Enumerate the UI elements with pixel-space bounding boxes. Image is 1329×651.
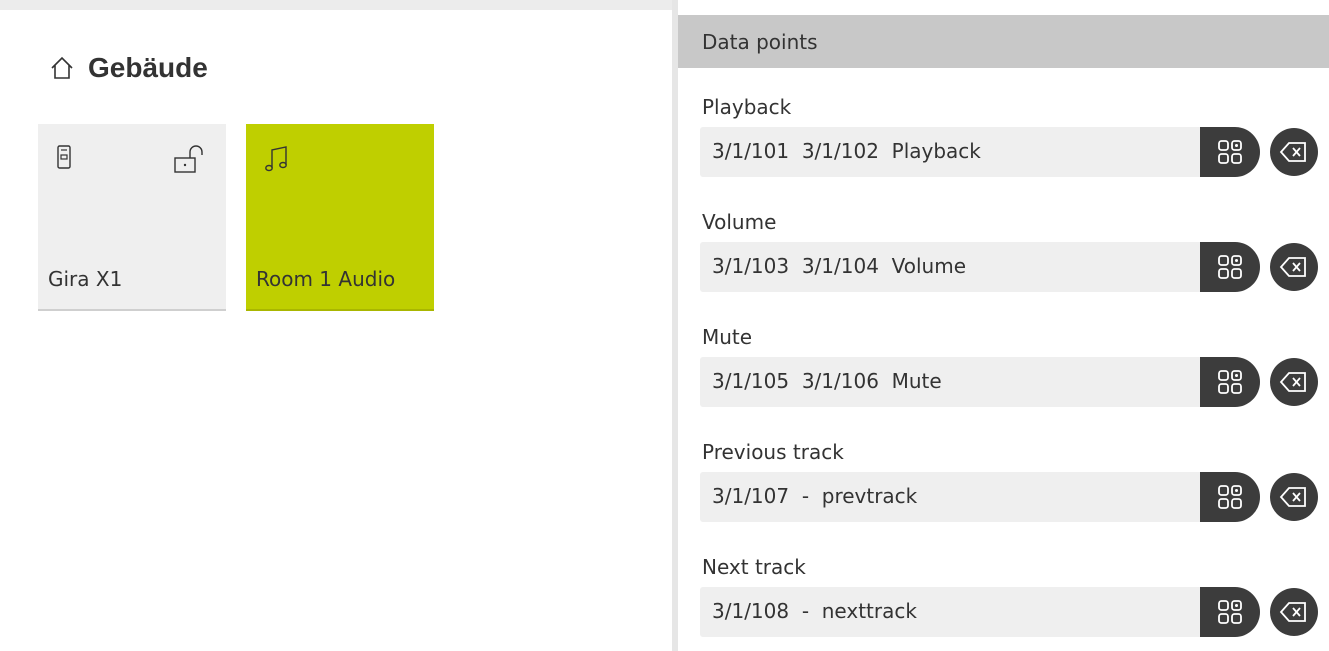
delete-datapoint-button[interactable] (1270, 128, 1318, 176)
building-header: Gebäude (48, 52, 208, 84)
grid-icon (1218, 485, 1242, 509)
backspace-icon (1279, 142, 1306, 162)
datapoint-label-next-track: Next track (702, 555, 806, 579)
datapoint-field-playback[interactable]: 3/1/101 3/1/102 Playback (700, 127, 1260, 177)
building-panel: Gebäude Gira X1 Room 1 Audio (0, 0, 672, 651)
datapoint-field-next-track[interactable]: 3/1/108 - nexttrack (700, 587, 1260, 637)
select-group-address-button[interactable] (1200, 587, 1260, 637)
datapoint-label-playback: Playback (702, 95, 792, 119)
delete-datapoint-button[interactable] (1270, 473, 1318, 521)
datapoints-title: Data points (702, 30, 818, 54)
tile-room-1-audio[interactable]: Room 1 Audio (246, 124, 434, 311)
datapoint-value: 3/1/101 3/1/102 Playback (712, 139, 981, 163)
datapoint-value: 3/1/105 3/1/106 Mute (712, 369, 942, 393)
select-group-address-button[interactable] (1200, 472, 1260, 522)
music-note-icon (265, 146, 287, 172)
grid-icon (1218, 255, 1242, 279)
backspace-icon (1279, 257, 1306, 277)
tile-label: Room 1 Audio (256, 267, 396, 291)
backspace-icon (1279, 372, 1306, 392)
delete-datapoint-button[interactable] (1270, 243, 1318, 291)
select-group-address-button[interactable] (1200, 242, 1260, 292)
home-icon (51, 56, 73, 79)
datapoint-field-mute[interactable]: 3/1/105 3/1/106 Mute (700, 357, 1260, 407)
select-group-address-button[interactable] (1200, 127, 1260, 177)
device-icon (57, 145, 71, 169)
delete-datapoint-button[interactable] (1270, 588, 1318, 636)
unlock-icon (174, 145, 203, 173)
datapoints-panel: Data points Playback 3/1/101 3/1/102 Pla… (678, 0, 1329, 651)
delete-datapoint-button[interactable] (1270, 358, 1318, 406)
datapoint-label-volume: Volume (702, 210, 777, 234)
datapoint-label-previous-track: Previous track (702, 440, 844, 464)
page-title: Gebäude (88, 52, 208, 83)
backspace-icon (1279, 487, 1306, 507)
datapoint-label-mute: Mute (702, 325, 753, 349)
datapoint-field-volume[interactable]: 3/1/103 3/1/104 Volume (700, 242, 1260, 292)
datapoint-value: 3/1/108 - nexttrack (712, 599, 917, 623)
datapoint-value: 3/1/107 - prevtrack (712, 484, 918, 508)
datapoint-field-previous-track[interactable]: 3/1/107 - prevtrack (700, 472, 1260, 522)
grid-icon (1218, 600, 1242, 624)
tile-label: Gira X1 (48, 267, 123, 291)
backspace-icon (1279, 602, 1306, 622)
grid-icon (1218, 140, 1242, 164)
grid-icon (1218, 370, 1242, 394)
select-group-address-button[interactable] (1200, 357, 1260, 407)
datapoints-header: Data points (678, 15, 1329, 68)
datapoint-value: 3/1/103 3/1/104 Volume (712, 254, 967, 278)
tile-gira-x1[interactable]: Gira X1 (38, 124, 226, 311)
